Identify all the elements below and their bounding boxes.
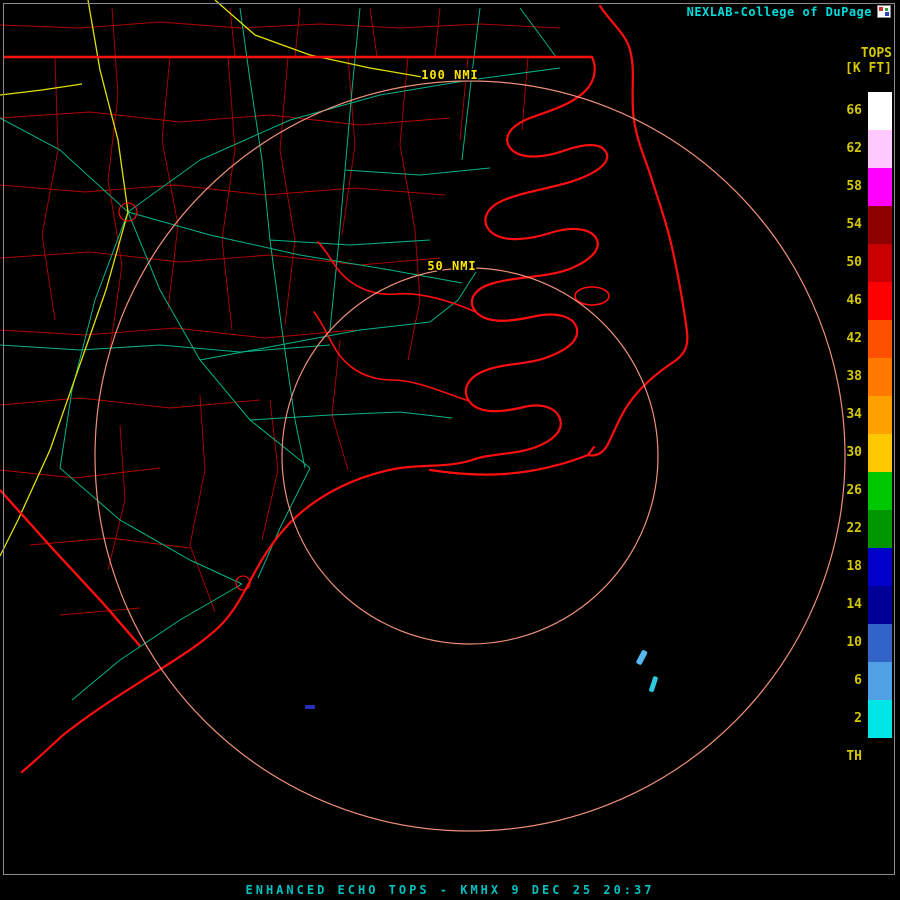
radar-display: 100 NMI 50 NMI NEXLAB-College of DuPage …	[0, 0, 900, 900]
legend-row: TH	[826, 738, 892, 776]
legend-value-label: 6	[826, 662, 862, 700]
legend-color-swatch	[868, 206, 892, 244]
legend-row: 42	[826, 320, 892, 358]
legend-color-scale: 66625854504642383430262218141062TH	[826, 92, 892, 776]
echo-cell-3	[305, 705, 315, 709]
highways	[0, 0, 428, 556]
legend-color-swatch	[868, 624, 892, 662]
legend-color-swatch	[868, 472, 892, 510]
legend-color-swatch	[868, 358, 892, 396]
legend-header: TOPS [K FT]	[845, 46, 892, 76]
legend-value-label: 22	[826, 510, 862, 548]
pamlico-river	[318, 242, 476, 312]
legend-value-label: 30	[826, 434, 862, 472]
legend-units: [K FT]	[845, 61, 892, 76]
legend-color-swatch	[868, 396, 892, 434]
legend-value-label: TH	[826, 738, 862, 776]
legend-value-label: 18	[826, 548, 862, 586]
legend-row: 54	[826, 206, 892, 244]
range-ring-50nmi	[282, 268, 658, 644]
legend-color-swatch	[868, 700, 892, 738]
legend-color-swatch	[868, 130, 892, 168]
legend-value-label: 66	[826, 92, 862, 130]
legend-row: 62	[826, 130, 892, 168]
legend-color-swatch	[868, 548, 892, 586]
range-rings	[95, 81, 845, 831]
legend-color-swatch	[868, 510, 892, 548]
legend-row: 22	[826, 510, 892, 548]
legend-row: 2	[826, 700, 892, 738]
status-caption: ENHANCED ECHO TOPS - KMHX 9 DEC 25 20:37	[0, 883, 900, 897]
legend-value-label: 34	[826, 396, 862, 434]
legend-row: 58	[826, 168, 892, 206]
legend-row: 34	[826, 396, 892, 434]
logo-mark-blue	[885, 12, 889, 16]
logo-mark-green	[885, 8, 888, 11]
legend-row: 10	[826, 624, 892, 662]
legend-title: TOPS	[845, 46, 892, 61]
range-ring-100nmi	[95, 81, 845, 831]
range-ring-label-100: 100 NMI	[421, 68, 479, 82]
logo-mark-red	[879, 7, 883, 11]
legend-color-swatch	[868, 434, 892, 472]
legend-row: 50	[826, 244, 892, 282]
legend-value-label: 46	[826, 282, 862, 320]
legend-row: 30	[826, 434, 892, 472]
legend-value-label: 38	[826, 358, 862, 396]
legend-value-label: 50	[826, 244, 862, 282]
legend-color-swatch	[868, 738, 892, 776]
legend-color-swatch	[868, 282, 892, 320]
brand-text: NEXLAB-College of DuPage	[687, 5, 872, 19]
legend-row: 6	[826, 662, 892, 700]
legend-row: 46	[826, 282, 892, 320]
outer-banks	[588, 6, 687, 455]
echo-cell-2	[649, 676, 659, 693]
echo-cell-1	[636, 649, 648, 665]
lake-outline	[575, 287, 609, 305]
legend-color-swatch	[868, 320, 892, 358]
state-borders	[0, 57, 592, 646]
legend-value-label: 10	[826, 624, 862, 662]
legend-row: 14	[826, 586, 892, 624]
legend-row: 18	[826, 548, 892, 586]
cod-logo-icon	[877, 5, 891, 18]
legend-value-label: 62	[826, 130, 862, 168]
radar-echoes	[305, 649, 658, 709]
coastline	[22, 6, 687, 772]
legend-color-swatch	[868, 586, 892, 624]
legend-color-swatch	[868, 662, 892, 700]
legend-value-label: 26	[826, 472, 862, 510]
legend-color-swatch	[868, 92, 892, 130]
legend-value-label: 2	[826, 700, 862, 738]
legend-value-label: 42	[826, 320, 862, 358]
range-ring-label-50: 50 NMI	[427, 259, 476, 273]
legend-color-swatch	[868, 244, 892, 282]
legend-value-label: 54	[826, 206, 862, 244]
legend-row: 26	[826, 472, 892, 510]
legend-row: 66	[826, 92, 892, 130]
legend-value-label: 58	[826, 168, 862, 206]
legend-row: 38	[826, 358, 892, 396]
legend-color-swatch	[868, 168, 892, 206]
neuse-river	[314, 312, 469, 401]
radar-map: 100 NMI 50 NMI	[0, 0, 900, 878]
legend-value-label: 14	[826, 586, 862, 624]
